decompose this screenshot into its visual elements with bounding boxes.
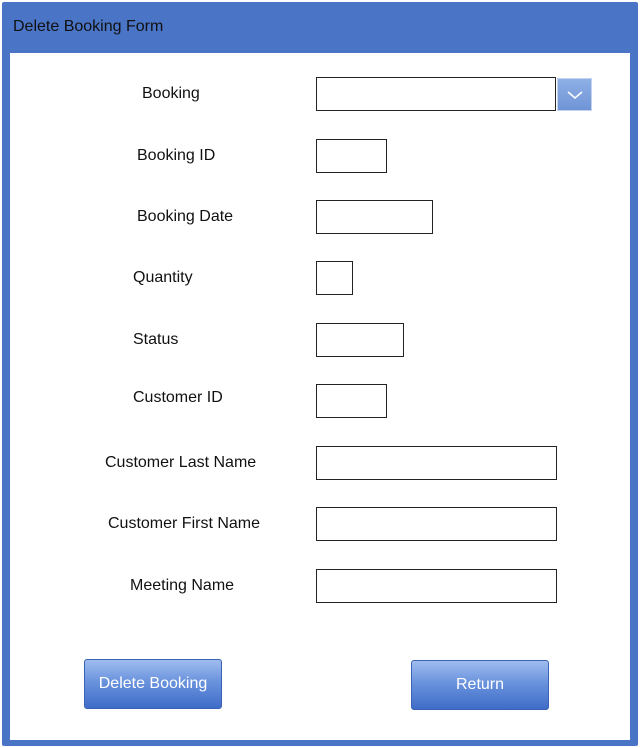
title-bar: Delete Booking Form bbox=[2, 2, 638, 52]
meeting-name-field[interactable] bbox=[316, 569, 557, 603]
meeting-name-label: Meeting Name bbox=[130, 577, 235, 594]
booking-dropdown-button[interactable] bbox=[557, 78, 592, 111]
form-panel: Booking Booking ID Booking Date Quantity… bbox=[10, 53, 630, 740]
customer-first-name-label: Customer First Name bbox=[108, 515, 261, 532]
window-title: Delete Booking Form bbox=[13, 18, 164, 35]
customer-id-label: Customer ID bbox=[133, 389, 223, 406]
quantity-label: Quantity bbox=[133, 269, 193, 286]
booking-date-field[interactable] bbox=[316, 200, 433, 234]
customer-id-field[interactable] bbox=[316, 384, 387, 418]
booking-id-field[interactable] bbox=[316, 139, 387, 173]
status-label: Status bbox=[133, 331, 179, 348]
return-button[interactable]: Return bbox=[411, 660, 549, 710]
booking-date-label: Booking Date bbox=[137, 208, 234, 225]
quantity-field[interactable] bbox=[316, 261, 353, 295]
booking-select[interactable] bbox=[316, 77, 556, 111]
booking-id-label: Booking ID bbox=[137, 147, 216, 164]
customer-first-name-field[interactable] bbox=[316, 507, 557, 541]
customer-last-name-label: Customer Last Name bbox=[105, 454, 257, 471]
delete-booking-window: Delete Booking Form Booking Booking ID B… bbox=[2, 2, 638, 746]
customer-last-name-field[interactable] bbox=[316, 446, 557, 480]
delete-booking-button[interactable]: Delete Booking bbox=[84, 659, 222, 709]
booking-label: Booking bbox=[142, 85, 200, 102]
chevron-down-icon bbox=[567, 90, 582, 99]
status-field[interactable] bbox=[316, 323, 404, 357]
